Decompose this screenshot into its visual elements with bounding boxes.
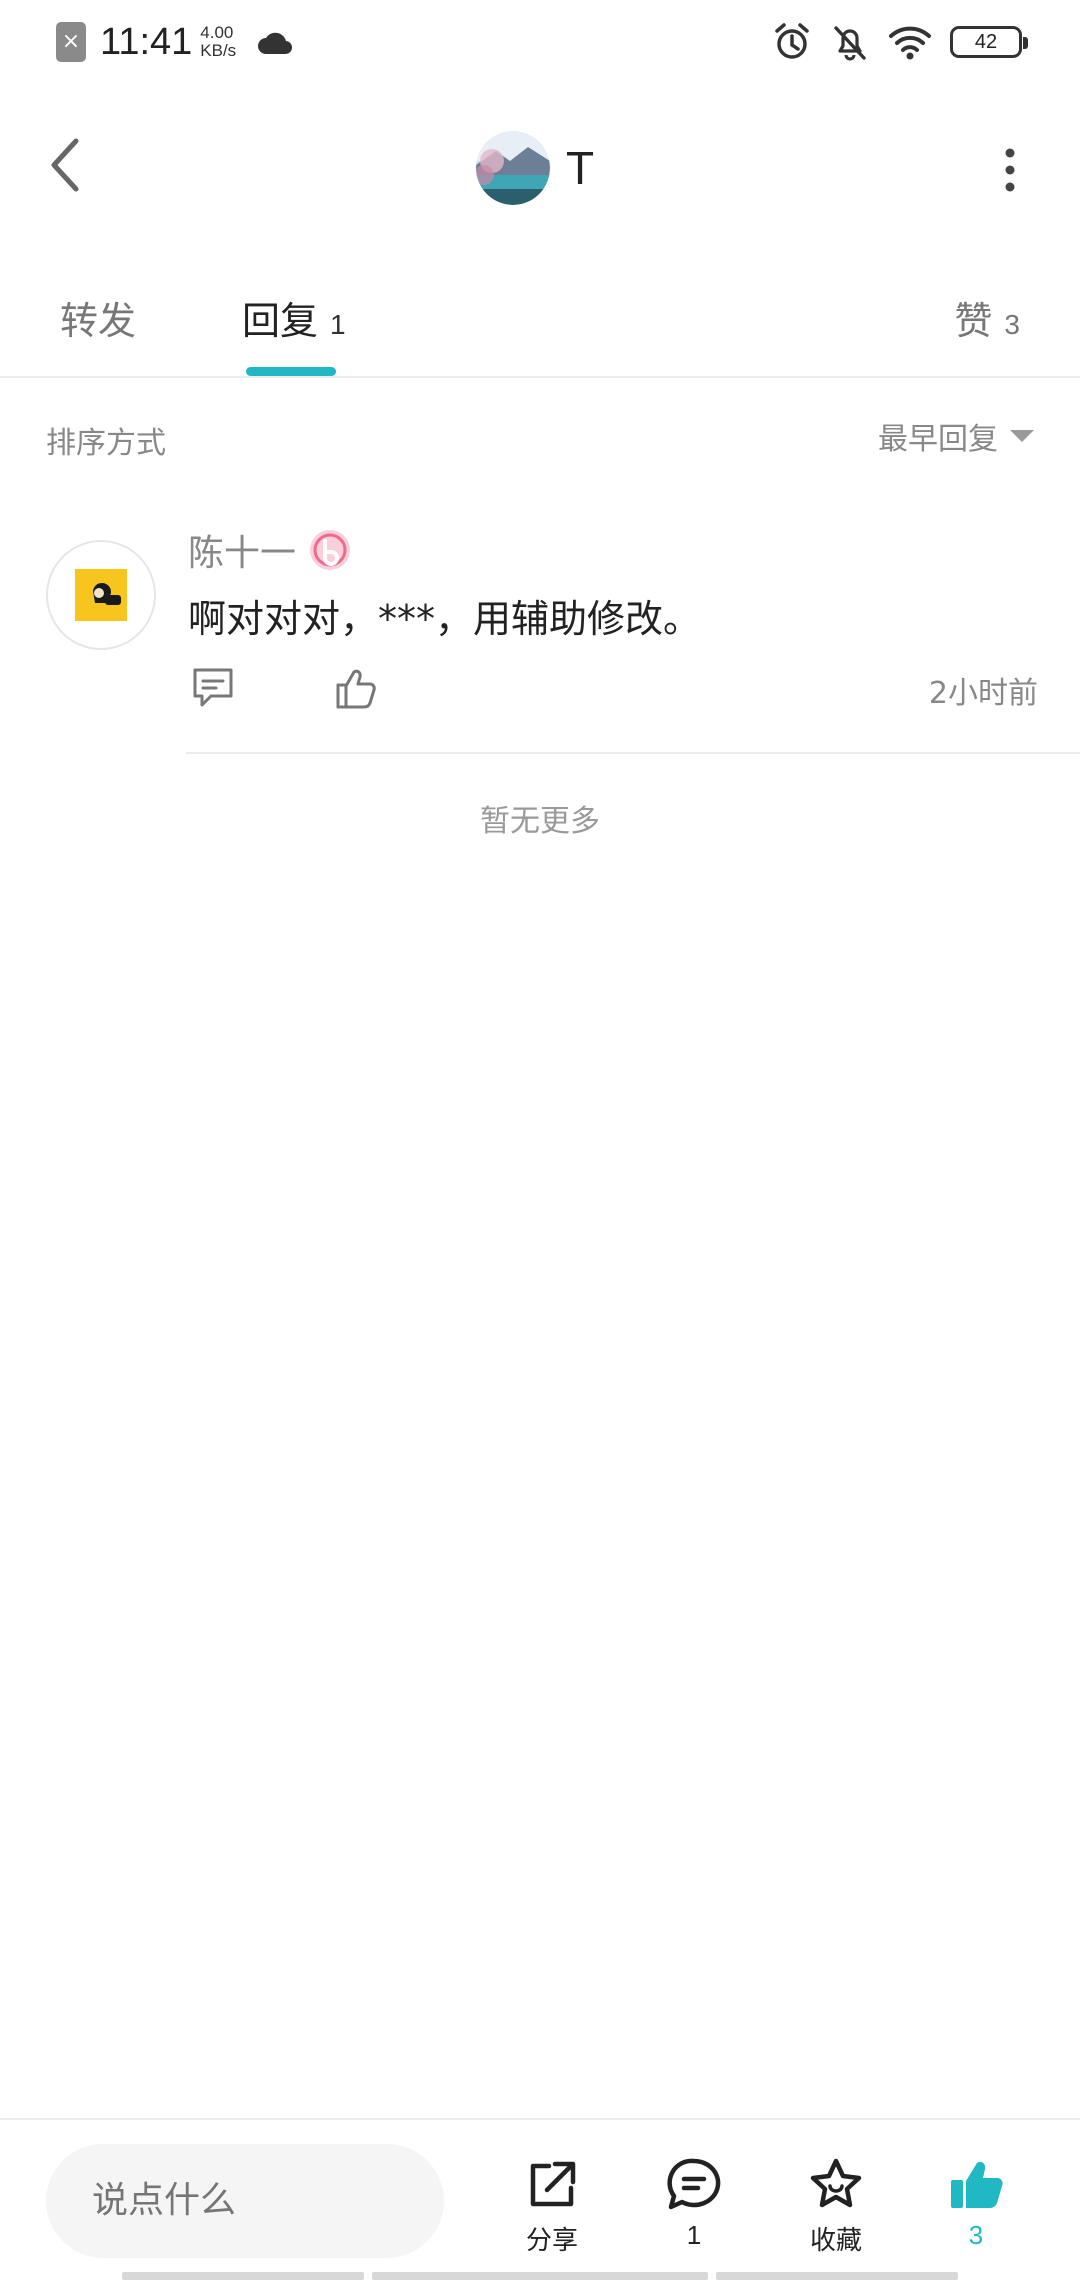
nav-segment: [372, 2272, 708, 2280]
header-user[interactable]: T: [476, 130, 594, 206]
comment-author[interactable]: 陈十一: [188, 524, 296, 576]
tab-like-count: 3: [1004, 309, 1020, 340]
favorite-label: 收藏: [809, 2226, 862, 2256]
tab-forward[interactable]: 转发: [60, 290, 136, 346]
sort-dropdown[interactable]: 最早回复: [878, 414, 1034, 458]
tab-reply[interactable]: 回复 1: [242, 290, 346, 346]
share-icon: [530, 2161, 576, 2207]
comment-time: 2小时前: [928, 676, 1038, 711]
star-icon: [810, 2158, 862, 2208]
share-button[interactable]: 分享: [502, 2156, 602, 2266]
battery-level: 42: [974, 30, 998, 53]
active-tab-indicator: [246, 367, 336, 376]
sort-row: 排序方式 最早回复: [0, 400, 1080, 476]
comment-like-button[interactable]: [328, 660, 384, 716]
top-header: T: [0, 84, 1080, 254]
back-button[interactable]: [36, 130, 96, 200]
tab-bar: 转发 回复 1 赞 3: [0, 254, 1080, 378]
nav-segment: [122, 2272, 364, 2280]
cloud-icon: [258, 32, 293, 55]
like-count: 3: [968, 2220, 984, 2250]
sort-label: 排序方式: [46, 426, 166, 461]
network-speed: 4.00 KB/s: [200, 24, 236, 60]
tab-like[interactable]: 赞 3: [954, 290, 1020, 346]
bottom-action-bar: 分享 1 收藏 3: [0, 2118, 1080, 2280]
list-end-text: 暂无更多: [480, 804, 600, 839]
thumb-up-filled-icon: [951, 2161, 1003, 2208]
nav-segment: [716, 2272, 958, 2280]
battery-icon: 42: [950, 26, 1028, 58]
tab-reply-label: 回复: [242, 299, 319, 343]
comment-actions: 2小时前: [188, 660, 1038, 720]
caret-down-icon: [1010, 430, 1034, 442]
more-button[interactable]: [990, 140, 1030, 200]
bell-off-icon: [834, 26, 866, 61]
avatar[interactable]: [46, 540, 156, 650]
page-title: T: [566, 142, 595, 194]
user-level-badge-icon: [310, 530, 351, 570]
network-speed-unit: KB/s: [200, 41, 237, 60]
comment-input[interactable]: [46, 2144, 444, 2258]
navigation-gesture-bar: [0, 2270, 1080, 2280]
favorite-button[interactable]: 收藏: [786, 2156, 886, 2266]
comment-button[interactable]: 1: [644, 2156, 744, 2266]
like-button[interactable]: 3: [926, 2156, 1026, 2266]
tab-reply-count: 1: [330, 309, 346, 340]
network-speed-value: 4.00: [200, 23, 234, 42]
reply-icon: [193, 668, 233, 707]
alarm-icon: [775, 23, 809, 59]
thumb-up-icon: [336, 669, 376, 709]
comment-count: 1: [686, 2220, 702, 2250]
wifi-icon: [889, 26, 931, 60]
status-bar: × 11:41 4.00 KB/s 42: [0, 0, 1080, 84]
comment-item: 陈十一 啊对对对，***，用辅助修改。 2小时前: [0, 520, 1080, 754]
profile-avatar[interactable]: [476, 131, 550, 205]
back-arrow-icon: [51, 138, 79, 192]
divider: [186, 752, 1080, 754]
comment-text: 啊对对对，***，用辅助修改。: [188, 597, 702, 641]
sim-off-icon: ×: [56, 22, 86, 62]
reply-button[interactable]: [188, 660, 238, 716]
sort-selected-value: 最早回复: [878, 422, 998, 457]
status-time: 11:41: [100, 20, 193, 63]
more-vertical-icon: [1005, 148, 1015, 192]
share-label: 分享: [525, 2226, 578, 2256]
tab-forward-label: 转发: [60, 299, 137, 343]
tab-like-label: 赞: [954, 299, 993, 343]
comment-bubble-icon: [667, 2158, 721, 2210]
